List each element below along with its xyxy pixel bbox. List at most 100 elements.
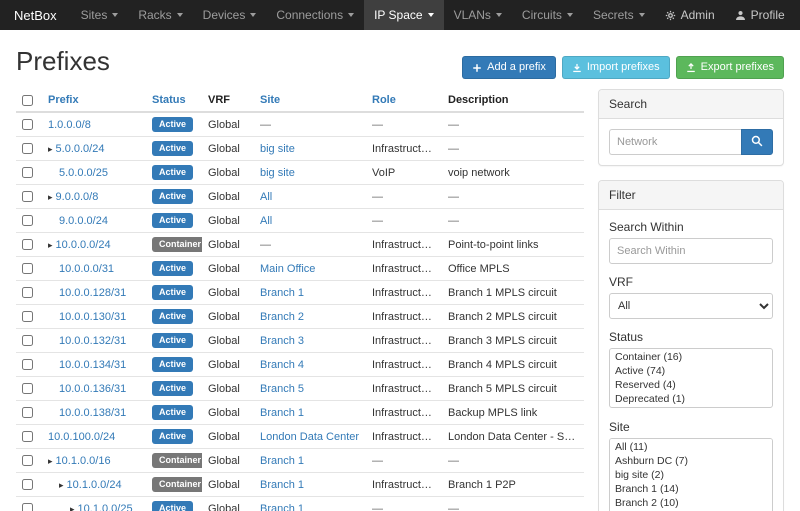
column-sort-link[interactable]: Status (152, 94, 186, 106)
nav-item-label: Secrets (593, 8, 634, 22)
filter-option[interactable]: Active (74) (611, 364, 771, 378)
row-checkbox[interactable] (22, 287, 33, 298)
filter-multiselect-status[interactable]: Container (16)Active (74)Reserved (4)Dep… (609, 348, 773, 408)
prefix-link[interactable]: 10.1.0.0/25 (78, 503, 133, 511)
prefix-link[interactable]: 1.0.0.0/8 (48, 119, 91, 131)
filter-option[interactable]: Reserved (4) (611, 378, 771, 392)
nav-item-devices[interactable]: Devices (193, 0, 267, 30)
site-link[interactable]: Branch 1 (260, 479, 304, 491)
site-link[interactable]: big site (260, 143, 295, 155)
column-header-role: Role (366, 89, 442, 112)
filter-option[interactable]: Ashburn DC (7) (611, 454, 771, 468)
nav-item-connections[interactable]: Connections (266, 0, 364, 30)
navbar: NetBox SitesRacksDevicesConnectionsIP Sp… (0, 0, 800, 30)
sidebar: Search (598, 89, 784, 511)
site-link[interactable]: Main Office (260, 263, 315, 275)
expand-icon[interactable]: ▸ (70, 504, 75, 511)
expand-icon[interactable]: ▸ (48, 456, 53, 466)
prefix-link[interactable]: 5.0.0.0/25 (59, 167, 108, 179)
row-checkbox[interactable] (22, 383, 33, 394)
prefix-link[interactable]: 10.0.0.136/31 (59, 383, 126, 395)
prefix-link[interactable]: 10.1.0.0/16 (56, 455, 111, 467)
row-checkbox[interactable] (22, 455, 33, 466)
row-checkbox[interactable] (22, 407, 33, 418)
row-checkbox[interactable] (22, 479, 33, 490)
row-checkbox[interactable] (22, 431, 33, 442)
row-checkbox[interactable] (22, 239, 33, 250)
prefix-link[interactable]: 10.1.0.0/24 (67, 479, 122, 491)
prefix-link[interactable]: 9.0.0.0/8 (56, 191, 99, 203)
column-sort-link[interactable]: Role (372, 94, 396, 106)
site-link[interactable]: Branch 1 (260, 287, 304, 299)
site-link[interactable]: Branch 1 (260, 455, 304, 467)
row-checkbox[interactable] (22, 167, 33, 178)
filter-option[interactable]: Deprecated (1) (611, 392, 771, 406)
nav-item-circuits[interactable]: Circuits (512, 0, 583, 30)
filter-option[interactable]: Branch 1 (14) (611, 482, 771, 496)
nav-item-ip-space[interactable]: IP Space (364, 0, 443, 30)
filter-option[interactable]: big site (2) (611, 468, 771, 482)
row-checkbox[interactable] (22, 311, 33, 322)
expand-icon[interactable]: ▸ (48, 144, 53, 154)
prefix-link[interactable]: 10.0.100.0/24 (48, 431, 115, 443)
table-header-row: PrefixStatusVRFSiteRoleDescription (16, 89, 584, 112)
prefix-link[interactable]: 10.0.0.0/31 (59, 263, 114, 275)
prefix-link[interactable]: 10.0.0.132/31 (59, 335, 126, 347)
nav-item-racks[interactable]: Racks (128, 0, 192, 30)
prefix-link[interactable]: 10.0.0.130/31 (59, 311, 126, 323)
site-link[interactable]: Branch 3 (260, 335, 304, 347)
role-cell: Infrastructure (366, 353, 442, 377)
site-link[interactable]: Branch 4 (260, 359, 304, 371)
prefix-link[interactable]: 9.0.0.0/24 (59, 215, 108, 227)
export-prefixes-button[interactable]: Export prefixes (676, 56, 784, 79)
row-checkbox[interactable] (22, 119, 33, 130)
site-link[interactable]: Branch 1 (260, 503, 304, 511)
column-sort-link[interactable]: Site (260, 94, 280, 106)
site-link[interactable]: London Data Center (260, 431, 359, 443)
nav-item-vlans[interactable]: VLANs (444, 0, 512, 30)
prefix-link[interactable]: 10.0.0.138/31 (59, 407, 126, 419)
status-cell: Active (146, 281, 202, 305)
prefix-link[interactable]: 10.0.0.128/31 (59, 287, 126, 299)
row-checkbox[interactable] (22, 359, 33, 370)
site-link[interactable]: big site (260, 167, 295, 179)
expand-icon[interactable]: ▸ (48, 240, 53, 250)
nav-item-log-out[interactable]: Log out (795, 0, 800, 30)
nav-item-admin[interactable]: Admin (655, 0, 725, 30)
add-a-prefix-button[interactable]: Add a prefix (462, 56, 556, 79)
filter-input-search-within[interactable] (609, 238, 773, 264)
filter-multiselect-site[interactable]: All (11)Ashburn DC (7)big site (2)Branch… (609, 438, 773, 511)
status-cell: Active (146, 137, 202, 161)
row-checkbox[interactable] (22, 215, 33, 226)
row-checkbox[interactable] (22, 263, 33, 274)
prefix-link[interactable]: 5.0.0.0/24 (56, 143, 105, 155)
column-sort-link[interactable]: Prefix (48, 94, 79, 106)
filter-option[interactable]: All (11) (611, 440, 771, 454)
role-cell: — (366, 209, 442, 233)
site-link[interactable]: Branch 2 (260, 311, 304, 323)
search-button[interactable] (741, 129, 773, 155)
filter-option[interactable]: Container (16) (611, 350, 771, 364)
nav-item-secrets[interactable]: Secrets (583, 0, 655, 30)
row-checkbox[interactable] (22, 191, 33, 202)
prefix-link[interactable]: 10.0.0.0/24 (56, 239, 111, 251)
expand-icon[interactable]: ▸ (48, 192, 53, 202)
search-input[interactable] (609, 129, 741, 155)
filter-option[interactable]: Branch 2 (10) (611, 496, 771, 510)
nav-item-sites[interactable]: Sites (71, 0, 129, 30)
import-prefixes-button[interactable]: Import prefixes (562, 56, 670, 79)
brand-link[interactable]: NetBox (0, 0, 71, 30)
site-link[interactable]: Branch 1 (260, 407, 304, 419)
site-link[interactable]: All (260, 191, 272, 203)
prefix-link[interactable]: 10.0.0.134/31 (59, 359, 126, 371)
site-link[interactable]: All (260, 215, 272, 227)
row-select-cell (16, 401, 42, 425)
nav-item-profile[interactable]: Profile (725, 0, 795, 30)
filter-select-vrf[interactable]: All (609, 293, 773, 319)
site-link[interactable]: Branch 5 (260, 383, 304, 395)
row-checkbox[interactable] (22, 335, 33, 346)
row-checkbox[interactable] (22, 503, 33, 511)
expand-icon[interactable]: ▸ (59, 480, 64, 490)
select-all-checkbox[interactable] (22, 95, 33, 106)
row-checkbox[interactable] (22, 143, 33, 154)
